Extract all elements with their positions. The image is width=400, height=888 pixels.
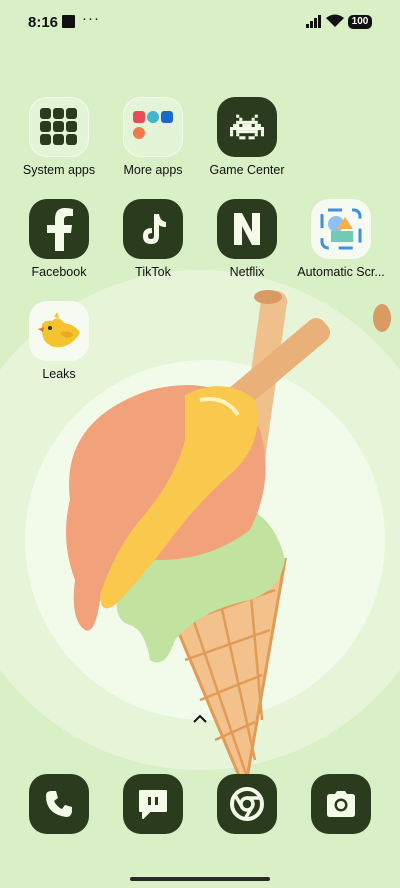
chevron-up-icon[interactable] (192, 714, 208, 724)
folder-icon (29, 97, 89, 157)
dock-camera[interactable] (291, 774, 391, 834)
clock: 8:16 (28, 14, 59, 31)
folder-icon (123, 97, 183, 157)
app-automatic-screenshot[interactable]: Automatic Scr... (291, 199, 391, 279)
facebook-icon (29, 199, 89, 259)
camera-icon (311, 774, 371, 834)
app-tiktok[interactable]: TikTok (103, 199, 203, 279)
dock-messages[interactable] (103, 774, 203, 834)
signal-icon (306, 15, 321, 28)
app-game-center[interactable]: Game Center (197, 97, 297, 177)
dock-phone[interactable] (9, 774, 109, 834)
messages-icon (123, 774, 183, 834)
battery-icon: 100 (348, 15, 372, 29)
app-netflix[interactable]: Netflix (197, 199, 297, 279)
wifi-icon (326, 14, 344, 27)
bird-icon (29, 301, 89, 361)
app-label: Automatic Scr... (297, 265, 385, 279)
app-label: Game Center (209, 163, 285, 177)
music-note-icon (123, 199, 183, 259)
n-letter-icon (217, 199, 277, 259)
app-system-apps[interactable]: System apps (9, 97, 109, 177)
app-more-apps[interactable]: More apps (103, 97, 203, 177)
screenshot-shapes-icon (311, 199, 371, 259)
app-label: System apps (22, 163, 96, 177)
phone-icon (29, 774, 89, 834)
app-leaks[interactable]: Leaks (9, 301, 109, 381)
app-label: More apps (123, 163, 183, 177)
dock-chrome[interactable] (197, 774, 297, 834)
app-facebook[interactable]: Facebook (9, 199, 109, 279)
app-label: Facebook (31, 265, 87, 279)
app-label: Leaks (42, 367, 76, 381)
status-bar: 8:16 ··· 100 (0, 0, 400, 44)
gesture-nav-bar[interactable] (130, 877, 270, 881)
app-label: Netflix (229, 265, 265, 279)
app-label: TikTok (135, 265, 171, 279)
chrome-icon (217, 774, 277, 834)
notification-square-icon (62, 15, 75, 28)
space-invader-icon (217, 97, 277, 157)
more-notifications-icon: ··· (82, 10, 100, 27)
